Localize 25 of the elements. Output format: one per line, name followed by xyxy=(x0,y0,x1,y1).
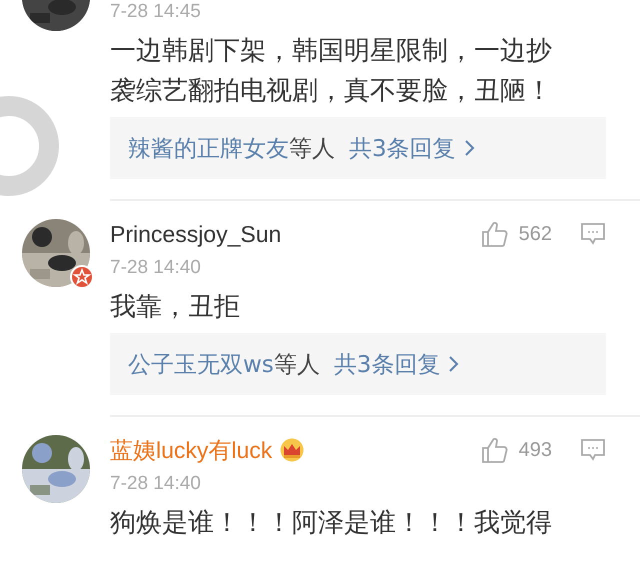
thumbs-up-icon[interactable] xyxy=(480,436,509,464)
crown-icon xyxy=(278,438,306,462)
user-name[interactable]: Princessjoy_Sun xyxy=(110,220,282,248)
comment-icon[interactable] xyxy=(580,222,606,246)
comment-time: 7-28 14:40 xyxy=(110,256,202,280)
comment-text: 狗焕是谁！！！阿泽是谁！！！我觉得 xyxy=(110,507,553,540)
comment-text: 我靠，丑拒 xyxy=(110,291,241,324)
replies-panel[interactable]: 辣酱的正牌女友等人 共3条回复 xyxy=(110,117,606,179)
thumbs-up-icon[interactable] xyxy=(480,220,509,248)
chevron-right-icon xyxy=(464,138,476,158)
like-count: 562 xyxy=(518,222,552,246)
reply-label: 等人 xyxy=(289,134,335,164)
replies-panel[interactable]: 公子玉无双ws等人 共3条回复 xyxy=(110,333,606,395)
reply-user-link[interactable]: 公子玉无双ws xyxy=(128,348,274,380)
comment-icon[interactable] xyxy=(580,438,606,462)
reply-count-link[interactable]: 共3条回复 xyxy=(349,132,456,164)
comment-time: 7-28 14:45 xyxy=(110,0,202,24)
comment-time: 7-28 14:40 xyxy=(110,472,202,496)
reply-label: 等人 xyxy=(274,350,320,380)
reply-user-link[interactable]: 辣酱的正牌女友 xyxy=(128,132,289,164)
chevron-right-icon xyxy=(448,354,460,374)
user-name[interactable]: 蓝姨lucky有luck xyxy=(110,434,272,466)
reply-count-link[interactable]: 共3条回复 xyxy=(334,348,440,380)
like-count: 493 xyxy=(518,438,552,462)
comment-text: 一边韩剧下架，韩国明星限制，一边抄袭综艺翻拍电视剧，真不要脸，丑陋！ xyxy=(110,35,553,108)
